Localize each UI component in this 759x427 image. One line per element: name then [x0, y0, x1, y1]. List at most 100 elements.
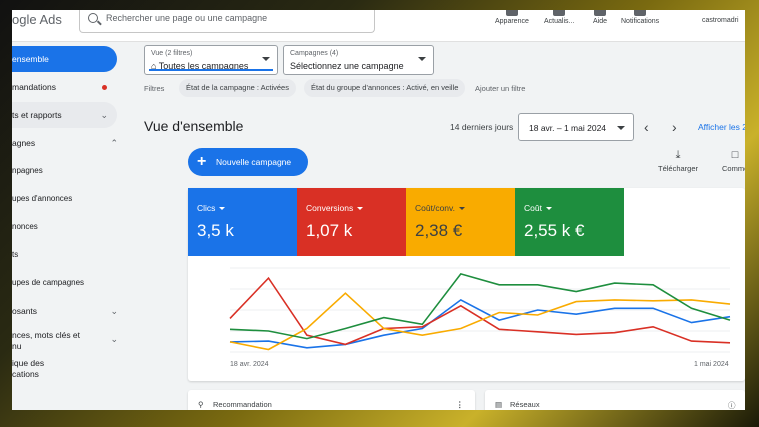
sidebar-item-label: mandations — [12, 82, 56, 92]
download-label: Télécharger — [658, 164, 699, 173]
new-campaign-label: Nouvelle campagne — [216, 157, 292, 167]
bell-icon — [634, 10, 647, 16]
sidebar-item-ads[interactable]: nonces — [12, 214, 130, 240]
date-range-picker[interactable]: 18 avr. – 1 mai 2024 — [518, 113, 634, 141]
metric-name-text: Coût/conv. — [415, 203, 456, 213]
sidebar: ensemble mandations ts et rapports ⌄ agne… — [12, 42, 130, 410]
sidebar-item-reports[interactable]: ts et rapports ⌄ — [12, 102, 117, 128]
sidebar-item-label-line2: nu — [12, 341, 22, 351]
download-button[interactable]: ⤓ Télécharger — [658, 149, 699, 174]
view-dropdown[interactable]: Vue (2 filtres) ⌂ Toutes les campagnes — [144, 45, 278, 75]
metric-name: Coût — [524, 203, 552, 213]
metric-value: 3,5 k — [197, 221, 234, 240]
sidebar-item-label: nces, mots clés et — [12, 330, 81, 340]
metric-tile-cost-per-conversion[interactable]: Coût/conv. 2,38 € — [406, 188, 515, 256]
bar-chart-icon: ▤ — [495, 400, 503, 409]
sidebar-item-label: ensemble — [12, 54, 49, 64]
sidebar-item-recommendations[interactable]: mandations — [12, 74, 130, 100]
sidebar-item-label: ique des — [12, 358, 45, 368]
sidebar-item-ad-groups[interactable]: upes d'annonces — [12, 186, 130, 212]
metric-value: 2,38 € — [415, 221, 463, 240]
help-circle-icon[interactable]: ⓘ — [728, 400, 736, 410]
performance-card: Clics 3,5 k Conversions 1,07 k Coût/conv… — [188, 188, 745, 381]
next-period-button[interactable]: › — [672, 119, 677, 135]
sidebar-item-overview[interactable]: ensemble — [12, 46, 117, 72]
refresh-icon — [553, 10, 566, 16]
show-all-link[interactable]: Afficher les 2 — [698, 122, 745, 132]
appearance-icon — [505, 10, 518, 16]
metric-value: 1,07 k — [306, 221, 353, 240]
performance-line-chart — [229, 267, 731, 353]
metric-name-text: Clics — [197, 203, 216, 213]
dropdown-arrow-icon — [418, 57, 426, 61]
dropdown-arrow-icon — [219, 207, 226, 211]
help-icon — [594, 10, 606, 16]
top-bar: ogle Ads Rechercher une page ou une camp… — [12, 10, 745, 42]
comment-button[interactable]: □ Comme — [722, 150, 745, 174]
app-window: ogle Ads Rechercher une page ou une camp… — [12, 10, 745, 410]
dropdown-arrow-icon — [459, 207, 466, 211]
more-options-icon[interactable]: ⋮ — [456, 400, 464, 409]
sidebar-item-campaigns-group[interactable]: agnes ⌃ — [12, 130, 130, 156]
metric-value: 2,55 k € — [524, 221, 585, 240]
sidebar-item-label: npagnes — [12, 166, 43, 175]
appearance-button[interactable]: Apparence — [495, 10, 529, 25]
chevron-down-icon: ⌄ — [110, 306, 118, 316]
metric-tile-clicks[interactable]: Clics 3,5 k — [188, 188, 297, 256]
recommendation-card-title: Recommandation — [213, 400, 272, 409]
sidebar-item-label: nonces — [12, 222, 38, 231]
filter-chip-campaign-status[interactable]: État de la campagne : Activées — [179, 79, 296, 97]
view-dropdown-caption: Vue (2 filtres) — [151, 50, 193, 57]
metric-name: Clics — [197, 203, 226, 213]
sidebar-item-label: upes de campagnes — [12, 278, 85, 287]
previous-period-button[interactable]: ‹ — [644, 119, 649, 135]
appearance-label: Apparence — [495, 18, 529, 25]
metric-name-text: Coût — [524, 203, 542, 213]
search-input[interactable]: Rechercher une page ou une campagne — [79, 10, 375, 33]
plus-icon: + — [197, 153, 207, 170]
dropdown-arrow-icon — [357, 207, 364, 211]
chevron-up-icon: ⌃ — [110, 138, 118, 148]
campaign-dropdown[interactable]: Campagnes (4) Sélectionnez une campagne — [283, 45, 434, 75]
sidebar-item-label: osants — [12, 306, 38, 316]
google-ads-logo: ogle Ads — [12, 12, 62, 27]
campaign-dropdown-caption: Campagnes (4) — [290, 50, 339, 57]
dropdown-arrow-icon — [545, 207, 552, 211]
recommendation-card[interactable]: ⚲ Recommandation ⋮ — [188, 390, 475, 410]
campaign-dropdown-value: Sélectionnez une campagne — [290, 61, 404, 71]
metric-tile-conversions[interactable]: Conversions 1,07 k — [297, 188, 406, 256]
metric-tile-cost[interactable]: Coût 2,55 k € — [515, 188, 624, 256]
x-axis-label-start: 18 avr. 2024 — [230, 361, 269, 368]
new-campaign-button[interactable]: + Nouvelle campagne — [188, 148, 308, 176]
download-icon: ⤓ — [675, 149, 681, 161]
sidebar-item-components[interactable]: osants ⌄ — [12, 298, 130, 324]
dropdown-arrow-icon — [617, 126, 625, 130]
date-range-label: 14 derniers jours — [450, 122, 514, 132]
sidebar-item-notifications-history[interactable]: ique des cations — [12, 356, 130, 382]
sidebar-item-label: ts et rapports — [12, 110, 62, 120]
metric-name-text: Conversions — [306, 203, 354, 213]
user-account[interactable]: castromadri — [702, 17, 739, 24]
sidebar-item-assets[interactable]: ts — [12, 242, 130, 268]
networks-card-title: Réseaux — [510, 400, 540, 409]
notification-dot — [102, 85, 107, 90]
add-filter-link[interactable]: Ajouter un filtre — [475, 84, 525, 93]
filter-chip-adgroup-status[interactable]: État du groupe d'annonces : Activé, en v… — [304, 79, 466, 97]
filters-label: Filtres — [144, 84, 165, 93]
chart-series-line-0 — [229, 298, 731, 349]
refresh-button[interactable]: Actualis... — [544, 10, 574, 25]
sidebar-item-campaign-groups[interactable]: upes de campagnes — [12, 270, 130, 296]
sidebar-item-campaigns[interactable]: npagnes — [12, 158, 130, 184]
notifications-button[interactable]: Notifications — [621, 10, 659, 25]
bulb-icon: ⚲ — [198, 400, 204, 409]
search-icon — [88, 13, 98, 23]
sidebar-item-keywords[interactable]: nces, mots clés et nu ⌄ — [12, 328, 130, 354]
help-label: Aide — [593, 18, 608, 25]
chart-series-line-1 — [229, 276, 731, 346]
date-range-value: 18 avr. – 1 mai 2024 — [529, 123, 607, 133]
metric-name: Conversions — [306, 203, 364, 213]
help-button[interactable]: Aide — [593, 10, 607, 25]
networks-card[interactable]: ▤ Réseaux ⓘ — [485, 390, 745, 410]
sidebar-item-label: agnes — [12, 138, 36, 148]
dropdown-arrow-icon — [262, 57, 270, 61]
